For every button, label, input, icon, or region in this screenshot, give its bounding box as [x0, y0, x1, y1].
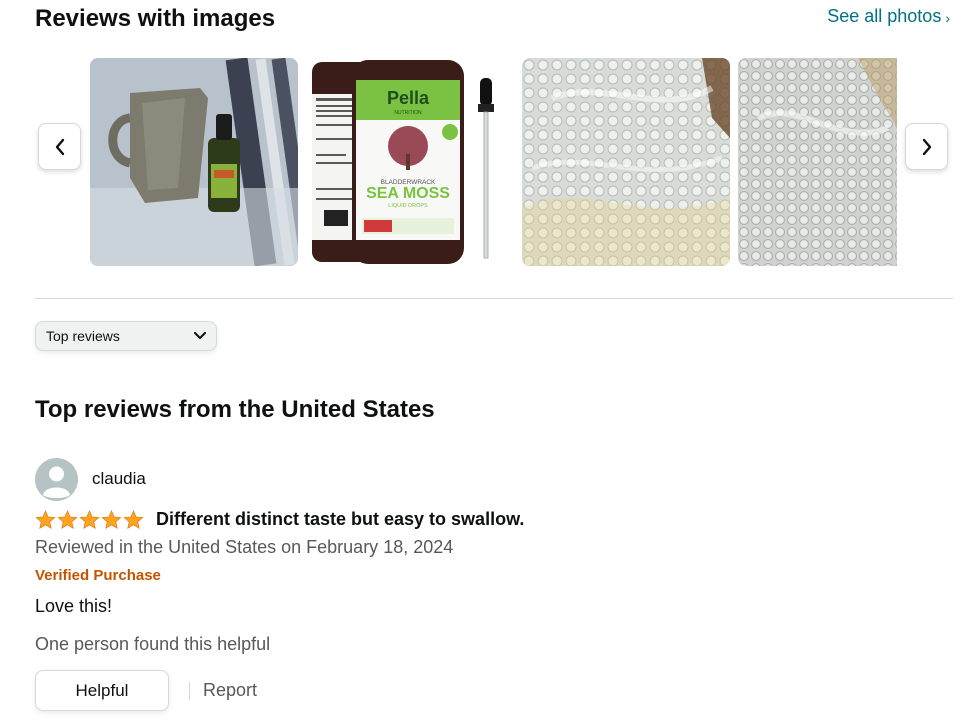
chevron-right-icon [922, 138, 931, 155]
bottle-brand-sub-text: NUTRITION [394, 110, 422, 116]
review-image-thumbnail[interactable] [90, 58, 298, 266]
carousel-prev-button[interactable] [38, 123, 81, 170]
chevron-left-icon [55, 138, 64, 155]
image-carousel: Pella NUTRITION BLADDERWRACK SEA MOSS LI… [90, 58, 897, 266]
helpful-button[interactable]: Helpful [35, 670, 169, 711]
review-title-row: Different distinct taste but easy to swa… [35, 509, 524, 530]
helpful-count: One person found this helpful [35, 634, 271, 654]
bubble-wrap-photo [522, 58, 730, 266]
star-icon [101, 509, 122, 529]
star-rating[interactable] [35, 509, 144, 530]
reviewer-profile[interactable]: claudia [35, 456, 935, 502]
product-bottle-photo: Pella NUTRITION BLADDERWRACK SEA MOSS LI… [306, 58, 514, 266]
report-link[interactable]: Report [203, 680, 257, 701]
chevron-right-icon: › [945, 10, 950, 26]
see-all-photos-label: See all photos [827, 6, 942, 26]
bottle-product-name-text: SEA MOSS [366, 185, 450, 202]
review-image-thumbnail[interactable] [738, 58, 897, 266]
star-icon [79, 509, 100, 529]
review-image-thumbnail[interactable]: Pella NUTRITION BLADDERWRACK SEA MOSS LI… [306, 58, 514, 266]
reviews-with-images-title: Reviews with images [35, 5, 276, 32]
section-divider [35, 298, 953, 299]
review-body: Love this! [35, 596, 113, 616]
review-image-thumbnail[interactable] [522, 58, 730, 266]
star-icon [35, 509, 56, 529]
review-title-link[interactable]: Different distinct taste but easy to swa… [156, 509, 524, 530]
see-all-photos-link[interactable]: See all photos › [827, 6, 950, 27]
chevron-down-icon [194, 332, 206, 339]
avatar [35, 457, 78, 501]
sort-dropdown[interactable]: Top reviews [35, 321, 217, 351]
star-icon [57, 509, 78, 529]
verified-purchase-badge: Verified Purchase [35, 567, 161, 584]
bottle-product-sub-text: LIQUID DROPS [388, 203, 428, 209]
carousel-next-button[interactable] [905, 123, 948, 170]
star-icon [123, 509, 144, 529]
top-reviews-title: Top reviews from the United States [35, 396, 435, 423]
action-separator [189, 681, 190, 700]
review-date: Reviewed in the United States on Februar… [35, 537, 454, 557]
sort-selected-label: Top reviews [46, 328, 120, 344]
user-avatar-icon [35, 457, 78, 501]
mug-and-dropper-bottle-photo [90, 58, 298, 266]
bubble-wrap-photo [738, 58, 897, 266]
review-actions: Helpful Report [35, 670, 257, 711]
review-card: claudia Different distinct taste but eas… [35, 456, 935, 711]
bottle-brand-text: Pella [387, 88, 430, 108]
reviewer-username: claudia [92, 469, 146, 488]
